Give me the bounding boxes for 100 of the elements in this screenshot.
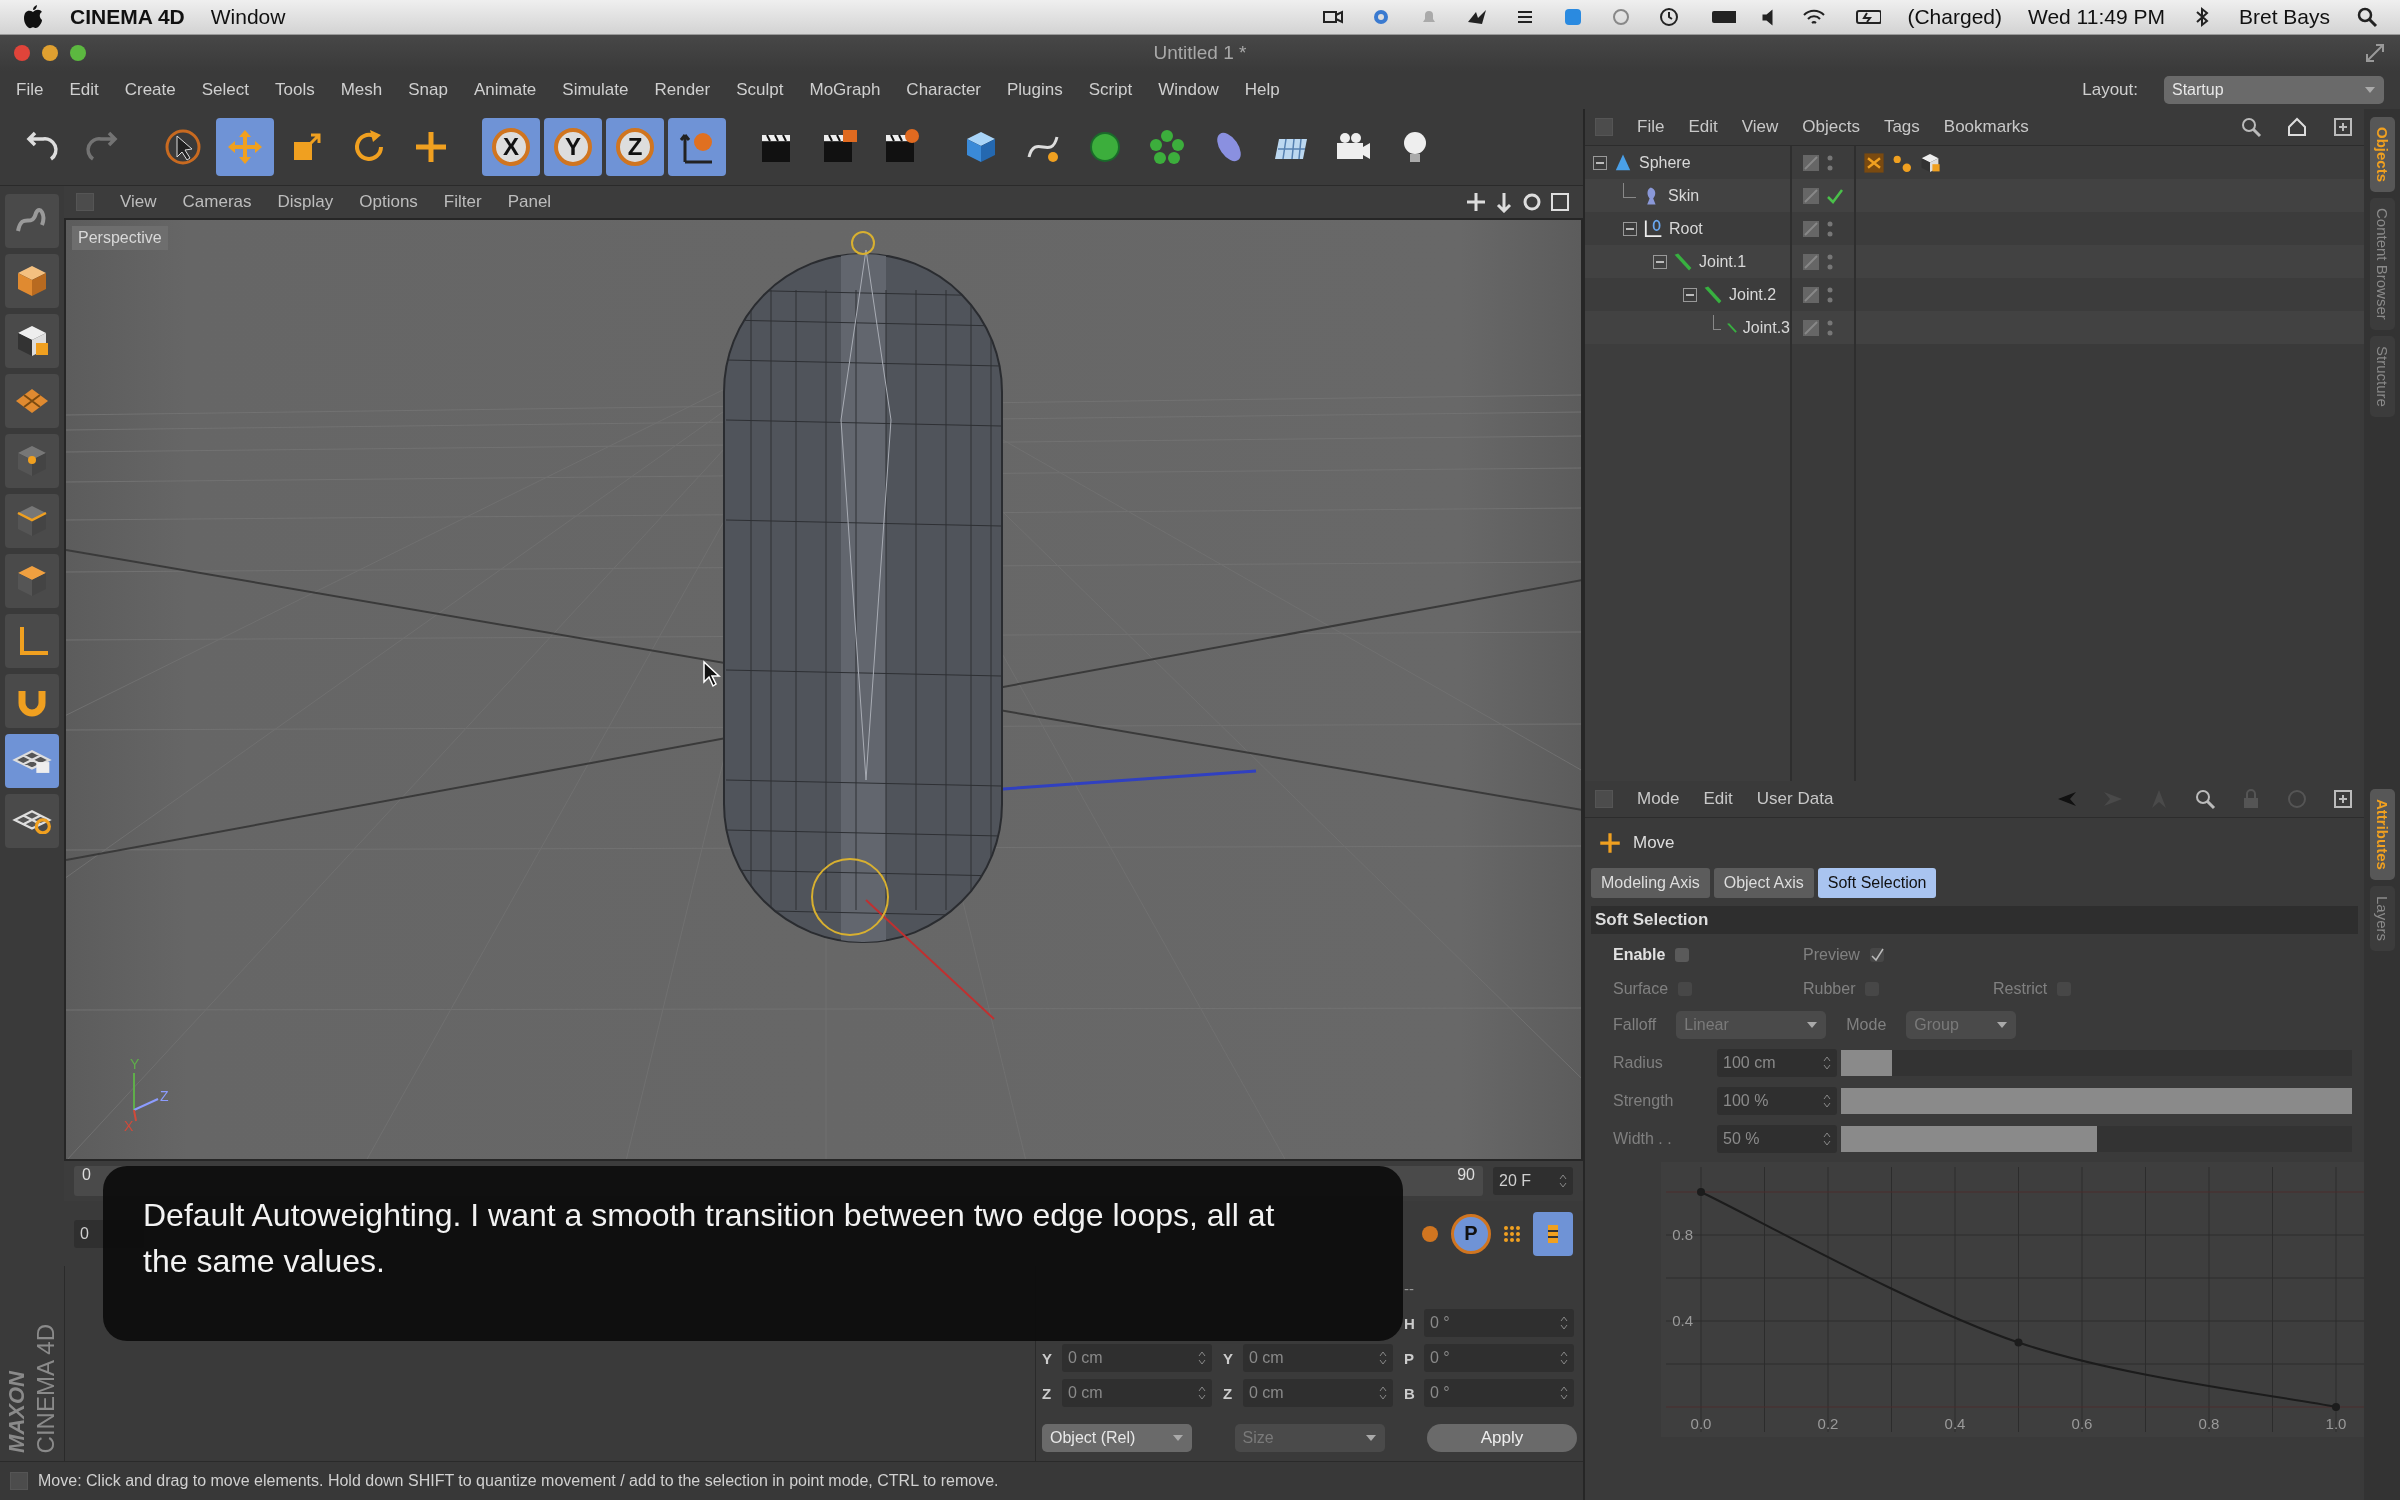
- clock: Wed 11:49 PM: [2028, 5, 2165, 29]
- menu-item[interactable]: Select: [201, 80, 249, 100]
- field-label: Falloff: [1613, 1016, 1657, 1034]
- size-field[interactable]: 0 cm: [1243, 1344, 1393, 1373]
- option-label: Restrict: [1993, 980, 2048, 998]
- keyframe-button[interactable]: P: [1451, 1213, 1491, 1254]
- menu-item[interactable]: Bookmarks: [1943, 117, 2029, 137]
- menu-item[interactable]: Tools: [275, 80, 315, 100]
- layout-dropdown[interactable]: Startup: [2164, 76, 2384, 104]
- rotation-field[interactable]: 0 °: [1424, 1309, 1574, 1338]
- menu-item[interactable]: Display: [277, 192, 334, 213]
- option-label: Enable: [1613, 946, 1666, 964]
- collapse-toggle[interactable]: [1653, 254, 1667, 269]
- zoom-button[interactable]: [70, 45, 86, 61]
- position-field[interactable]: 0 cm: [1062, 1379, 1212, 1408]
- menu-item[interactable]: Render: [654, 80, 711, 100]
- mode-button[interactable]: [5, 734, 59, 789]
- timeline-button[interactable]: [1533, 1211, 1573, 1256]
- menu-item[interactable]: File: [16, 80, 44, 100]
- visibility-row[interactable]: [1792, 245, 1854, 278]
- menu-item[interactable]: Simulate: [562, 80, 629, 100]
- axis-gizmo-drawing: Y Z X: [116, 1055, 176, 1136]
- mode-button[interactable]: [5, 794, 59, 849]
- close-button[interactable]: [14, 45, 30, 61]
- mode-button[interactable]: [5, 614, 59, 669]
- menu-item[interactable]: Tags: [1883, 117, 1920, 137]
- menu-item[interactable]: Window: [210, 5, 286, 29]
- menu-item[interactable]: MoGraph: [809, 80, 881, 100]
- menu-item[interactable]: Window: [1158, 80, 1219, 100]
- menu-item[interactable]: Help: [1244, 80, 1280, 100]
- menu-item[interactable]: Edit: [1703, 789, 1733, 809]
- visibility-row[interactable]: [1792, 311, 1854, 344]
- axis-tick-label: 0.6: [2071, 1415, 2093, 1432]
- axis-tick-label: 0.8: [2198, 1415, 2220, 1432]
- stepper-icon: [1559, 1173, 1567, 1190]
- tab[interactable]: Object Axis: [1713, 868, 1814, 898]
- menu-item[interactable]: Animate: [473, 80, 537, 100]
- menu-item[interactable]: View: [1741, 117, 1779, 137]
- menu-item[interactable]: Character: [906, 80, 981, 100]
- column-header: --: [1404, 1279, 1414, 1297]
- mode-button[interactable]: [5, 314, 59, 369]
- mode-button[interactable]: [5, 554, 59, 609]
- field-label: Mode: [1846, 1016, 1887, 1034]
- tool-button[interactable]: Y: [544, 118, 602, 177]
- mode-button[interactable]: [5, 254, 59, 309]
- current-frame-field[interactable]: 20 F: [1493, 1167, 1573, 1196]
- menu-item[interactable]: Script: [1088, 80, 1133, 100]
- menu-item[interactable]: View: [120, 192, 157, 213]
- object-name[interactable]: Sphere: [1639, 153, 1691, 172]
- object-row[interactable]: Joint.1: [1585, 245, 1790, 278]
- menu-item[interactable]: Options: [359, 192, 418, 213]
- object-name[interactable]: Skin: [1668, 186, 1700, 205]
- 3d-viewport[interactable]: Perspective Y Z X: [64, 218, 1583, 1162]
- menu-item[interactable]: Panel: [507, 192, 552, 213]
- position-field[interactable]: 0 cm: [1062, 1344, 1212, 1373]
- object-row[interactable]: Skin: [1585, 179, 1790, 212]
- menu-item[interactable]: Edit: [69, 80, 99, 100]
- collapse-toggle[interactable]: [1593, 155, 1607, 170]
- menu-item[interactable]: Plugins: [1007, 80, 1063, 100]
- panel-grip-icon: [76, 193, 94, 212]
- object-name[interactable]: Root: [1669, 219, 1703, 238]
- tool-button[interactable]: X: [482, 118, 540, 177]
- menu-item[interactable]: Create: [124, 80, 176, 100]
- mode-button[interactable]: [5, 674, 59, 729]
- rotation-field[interactable]: 0 °: [1424, 1379, 1574, 1408]
- tab[interactable]: Soft Selection: [1817, 868, 1937, 898]
- checkbox[interactable]: [1675, 948, 1690, 962]
- menu-item[interactable]: Sculpt: [736, 80, 784, 100]
- rotation-field[interactable]: 0 °: [1424, 1344, 1574, 1373]
- visibility-row[interactable]: [1792, 179, 1854, 212]
- axis-label: Z: [1042, 1384, 1053, 1402]
- menu-item[interactable]: Objects: [1802, 117, 1860, 137]
- axis-label: Z: [1223, 1384, 1234, 1402]
- collapse-toggle[interactable]: [1683, 287, 1697, 302]
- menu-item[interactable]: File: [1637, 117, 1665, 137]
- menu-item[interactable]: Edit: [1688, 117, 1718, 137]
- menu-item[interactable]: Mesh: [340, 80, 383, 100]
- collapse-toggle[interactable]: [1623, 221, 1637, 236]
- menu-item[interactable]: Filter: [443, 192, 482, 213]
- object-name[interactable]: Joint.3: [1742, 318, 1790, 337]
- object-name[interactable]: Joint.2: [1729, 285, 1777, 304]
- stepper-icon: [1198, 1350, 1206, 1367]
- object-row[interactable]: Joint.3: [1585, 311, 1790, 344]
- coordinate-mode-dropdown[interactable]: Object (Rel): [1042, 1424, 1192, 1453]
- app-menu[interactable]: CINEMA 4D: [70, 5, 185, 29]
- panel-grip-icon: [1595, 118, 1613, 136]
- tool-button[interactable]: Z: [606, 118, 664, 177]
- minus-icon: [1686, 293, 1694, 296]
- tab[interactable]: Modeling Axis: [1591, 868, 1710, 898]
- apple-logo-icon[interactable]: [22, 5, 44, 29]
- object-name[interactable]: Joint.1: [1699, 252, 1747, 271]
- minimize-button[interactable]: [42, 45, 58, 61]
- stepper-icon: [1198, 1385, 1206, 1402]
- menu-item[interactable]: Mode: [1637, 789, 1680, 809]
- apply-button[interactable]: Apply: [1427, 1424, 1577, 1453]
- menu-item[interactable]: Cameras: [182, 192, 252, 213]
- size-field[interactable]: 0 cm: [1243, 1379, 1393, 1408]
- menu-item[interactable]: Snap: [408, 80, 448, 100]
- user-name[interactable]: Bret Bays: [2238, 5, 2330, 29]
- menu-item[interactable]: User Data: [1756, 789, 1834, 809]
